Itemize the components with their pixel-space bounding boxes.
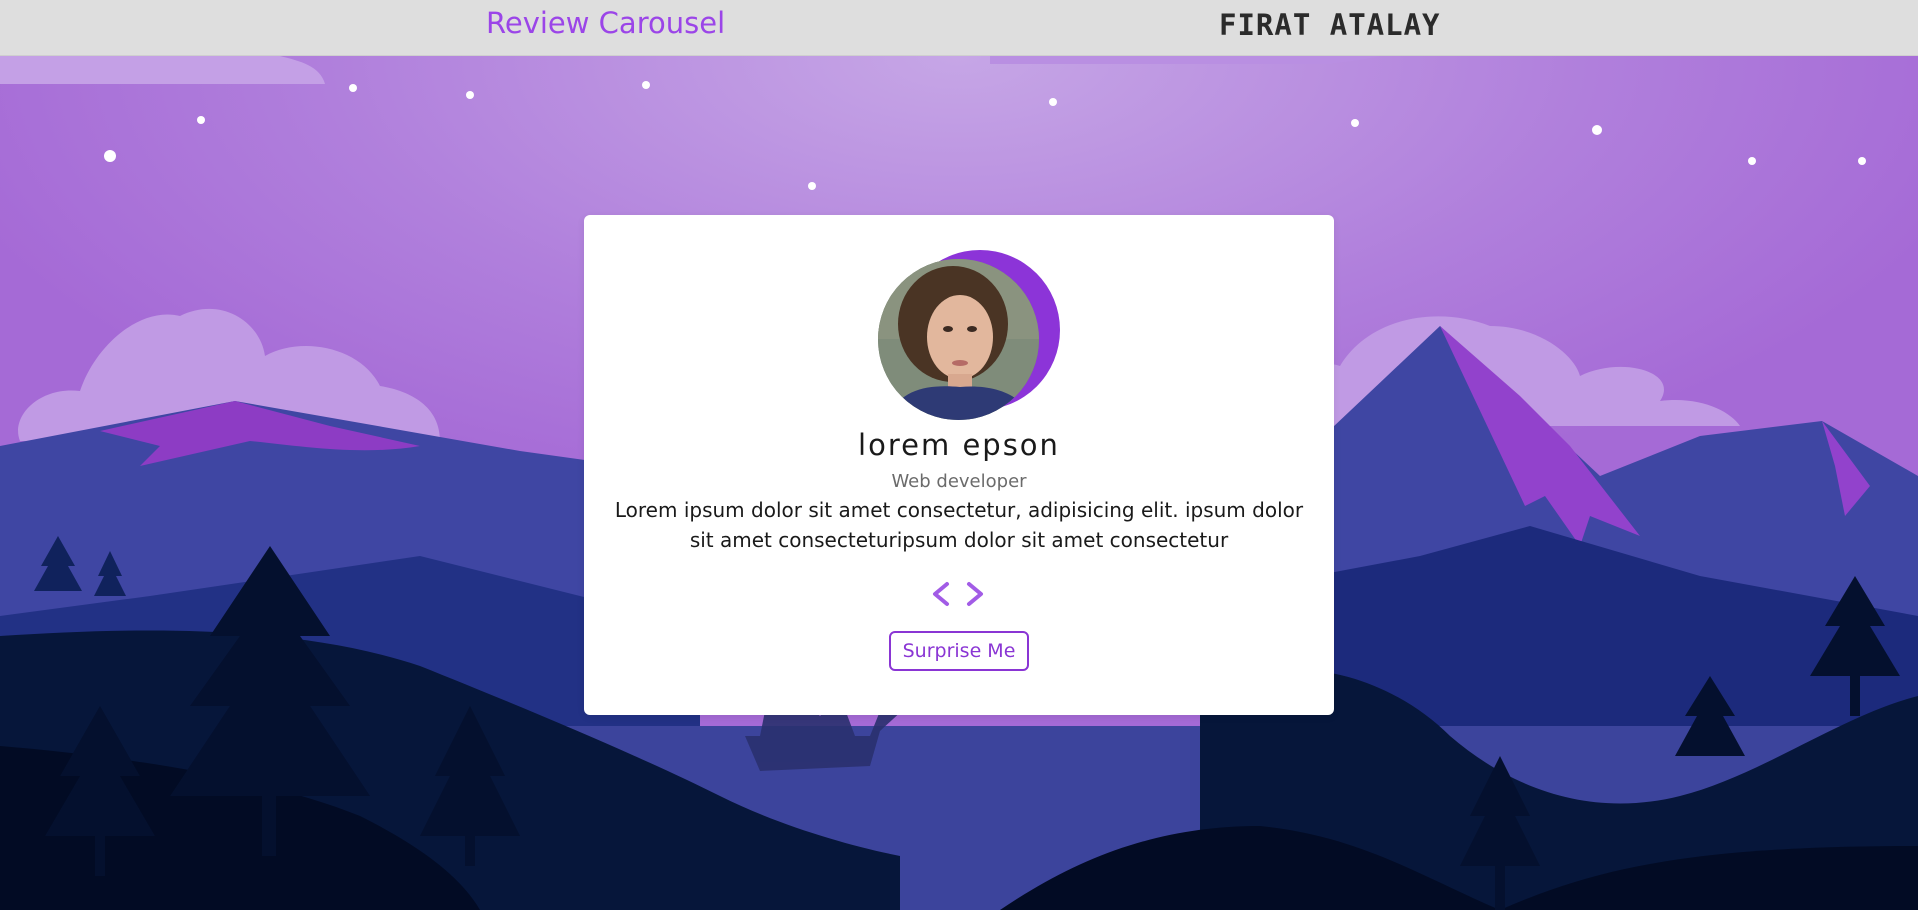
chevron-right-icon[interactable] [963, 578, 987, 610]
chevron-left-icon[interactable] [929, 578, 953, 610]
reviewer-name: lorem epson [858, 428, 1060, 462]
carousel-controls [929, 578, 989, 610]
avatar-container [878, 250, 1060, 420]
review-card: lorem epson Web developer Lorem ipsum do… [584, 215, 1334, 715]
top-bar: Review Carousel FIRAT ATALAY [0, 0, 1918, 56]
reviewer-role: Web developer [891, 471, 1027, 492]
app-title: Review Carousel [486, 6, 726, 40]
review-text: Lorem ipsum dolor sit amet consectetur, … [614, 498, 1304, 552]
author-name: FIRAT ATALAY [1219, 8, 1441, 42]
surprise-me-button[interactable]: Surprise Me [889, 631, 1029, 671]
person-photo [878, 259, 1039, 420]
avatar [878, 259, 1039, 420]
